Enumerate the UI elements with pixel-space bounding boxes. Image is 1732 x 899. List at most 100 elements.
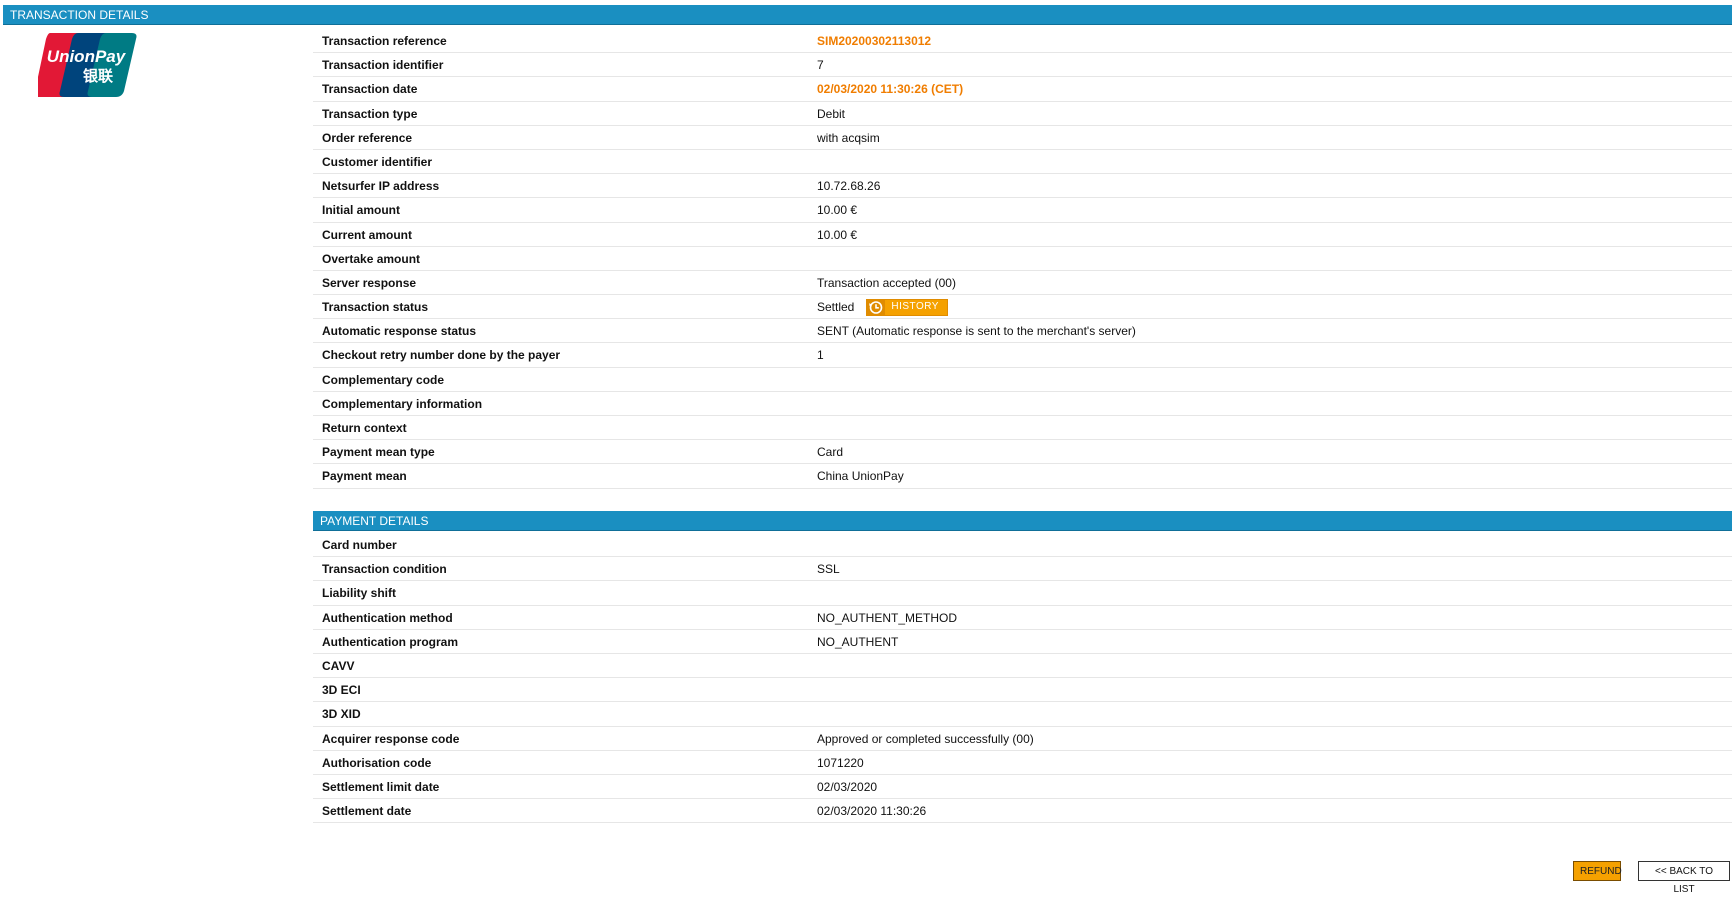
detail-row-checkout-retry-number-done-by-the-payer: Checkout retry number done by the payer 1 (313, 343, 1732, 368)
row-label: Complementary information (322, 396, 483, 411)
row-value: Transaction accepted (00) (817, 271, 956, 295)
row-label: Overtake amount (322, 251, 421, 266)
detail-row-transaction-condition: Transaction condition SSL (313, 557, 1732, 582)
row-value-text: Transaction accepted (00) (817, 275, 956, 290)
row-value-text: with acqsim (817, 130, 880, 145)
refund-button[interactable]: REFUND (1573, 861, 1622, 881)
back-to-list-button[interactable]: << BACK TO LIST (1638, 861, 1730, 895)
row-value: NO_AUTHENT (817, 630, 898, 654)
row-value-text: SSL (817, 562, 840, 577)
row-value-text: Card (817, 445, 844, 460)
row-value: Settled HISTORY (817, 295, 948, 319)
row-label: Payment mean (322, 469, 407, 484)
row-label: Transaction date (322, 82, 418, 97)
detail-row-liability-shift: Liability shift (313, 581, 1732, 606)
transaction-details-table: Transaction reference SIM20200302113012 Tr… (313, 27, 1732, 489)
detail-row-transaction-identifier: Transaction identifier 7 (313, 53, 1732, 78)
detail-row-current-amount: Current amount 10.00 € (313, 223, 1732, 247)
detail-row-order-reference: Order reference with acqsim (313, 126, 1732, 150)
detail-row-authentication-method: Authentication method NO_AUTHENT_METHOD (313, 606, 1732, 630)
detail-row-customer-identifier: Customer identifier (313, 150, 1732, 175)
row-label: Complementary code (322, 372, 445, 387)
row-label: Transaction type (322, 106, 418, 121)
row-label: Card number (322, 538, 397, 552)
row-value: Card (817, 440, 843, 464)
unionpay-logo: UnionPay 银联 (34, 33, 138, 97)
payment-details-title: PAYMENT DETAILS (320, 514, 429, 528)
detail-row-netsurfer-ip-address: Netsurfer IP address 10.72.68.26 (313, 174, 1732, 199)
detail-row-authorisation-code: Authorisation code 1071220 (313, 751, 1732, 775)
row-value-text: SIM20200302113012 (817, 34, 932, 48)
row-value-text: 10.00 € (817, 227, 858, 242)
transaction-rows: Transaction reference SIM20200302113012 Tr… (313, 29, 1732, 489)
row-value: 02/03/2020 11:30:26 (CET) (817, 77, 963, 101)
row-label: Netsurfer IP address (322, 179, 440, 194)
detail-row-transaction-status: Transaction status Settled HISTORY (313, 295, 1732, 320)
payment-rows: Card number Transaction condition SSL Liabi… (313, 533, 1732, 824)
row-label: Checkout retry number done by the payer (322, 348, 561, 363)
payment-details-section: PAYMENT DETAILS Card number Transaction c… (313, 511, 1732, 824)
row-value: 1071220 (817, 751, 864, 775)
row-value: SENT (Automatic response is sent to the … (817, 319, 1136, 343)
row-value: 02/03/2020 (817, 775, 877, 799)
detail-row-settlement-date: Settlement date 02/03/2020 11:30:26 (313, 799, 1732, 824)
detail-row-payment-mean: Payment mean China UnionPay (313, 464, 1732, 489)
row-value-text: 1071220 (817, 755, 864, 770)
row-label: Acquirer response code (322, 731, 460, 746)
row-label: Customer identifier (322, 154, 433, 169)
row-label: Authorisation code (322, 755, 432, 770)
detail-row-acquirer-response-code: Acquirer response code Approved or comple… (313, 727, 1732, 751)
row-value: 10.00 € (817, 223, 857, 247)
detail-row-cavv: CAVV (313, 654, 1732, 679)
history-button[interactable]: HISTORY (866, 298, 948, 316)
row-label: Automatic response status (322, 324, 477, 339)
row-value: with acqsim (817, 126, 880, 150)
row-value: 02/03/2020 11:30:26 (817, 799, 926, 823)
payment-details-header: PAYMENT DETAILS (313, 511, 1732, 531)
row-value: 10.00 € (817, 198, 857, 222)
row-label: Settlement limit date (322, 779, 440, 794)
row-value: NO_AUTHENT_METHOD (817, 606, 957, 630)
detail-row-settlement-limit-date: Settlement limit date 02/03/2020 (313, 775, 1732, 800)
row-value-text: 02/03/2020 11:30:26 (CET) (817, 82, 964, 97)
page-title: TRANSACTION DETAILS (10, 8, 149, 22)
row-label: Server response (322, 275, 417, 290)
row-label: Return context (322, 421, 407, 435)
unionpay-logo-icon: UnionPay 银联 (34, 33, 137, 97)
detail-row-complementary-information: Complementary information (313, 392, 1732, 416)
row-label: Transaction condition (322, 562, 447, 577)
row-label: Transaction identifier (322, 58, 444, 73)
row-value-text: 10.72.68.26 (817, 179, 881, 194)
svg-text:银联: 银联 (83, 67, 114, 85)
row-value: 7 (817, 53, 824, 77)
row-value-text: Settled (817, 300, 855, 315)
row-label: Authentication program (322, 634, 459, 649)
row-value-text: Approved or completed successfully (00) (817, 731, 1034, 746)
detail-row-3d-eci: 3D ECI (313, 678, 1732, 703)
row-label: Initial amount (322, 203, 400, 218)
row-label: 3D ECI (322, 683, 361, 698)
detail-row-authentication-program: Authentication program NO_AUTHENT (313, 630, 1732, 654)
detail-row-automatic-response-status: Automatic response status SENT (Automatic… (313, 319, 1732, 344)
row-value-text: NO_AUTHENT (817, 634, 899, 649)
detail-row-return-context: Return context (313, 416, 1732, 441)
detail-row-transaction-reference: Transaction reference SIM20200302113012 (313, 29, 1732, 54)
detail-row-transaction-date: Transaction date 02/03/2020 11:30:26 (CET… (313, 77, 1732, 102)
detail-row-overtake-amount: Overtake amount (313, 247, 1732, 271)
row-label: Transaction status (322, 300, 429, 315)
row-label: Order reference (322, 130, 413, 145)
row-value: Approved or completed successfully (00) (817, 727, 1034, 751)
row-value-text: NO_AUTHENT_METHOD (817, 610, 958, 625)
row-value: 1 (817, 343, 824, 367)
detail-row-transaction-type: Transaction type Debit (313, 102, 1732, 126)
row-value-text: 02/03/2020 (817, 779, 878, 794)
row-label: Payment mean type (322, 445, 435, 460)
detail-row-server-response: Server response Transaction accepted (00) (313, 271, 1732, 296)
row-value-text: 02/03/2020 11:30:26 (817, 804, 927, 819)
row-label: 3D XID (322, 707, 361, 722)
row-value: SSL (817, 557, 840, 581)
row-value: China UnionPay (817, 464, 904, 488)
row-label: CAVV (322, 658, 355, 673)
history-clock-icon (867, 299, 886, 315)
detail-row-3d-xid: 3D XID (313, 702, 1732, 727)
